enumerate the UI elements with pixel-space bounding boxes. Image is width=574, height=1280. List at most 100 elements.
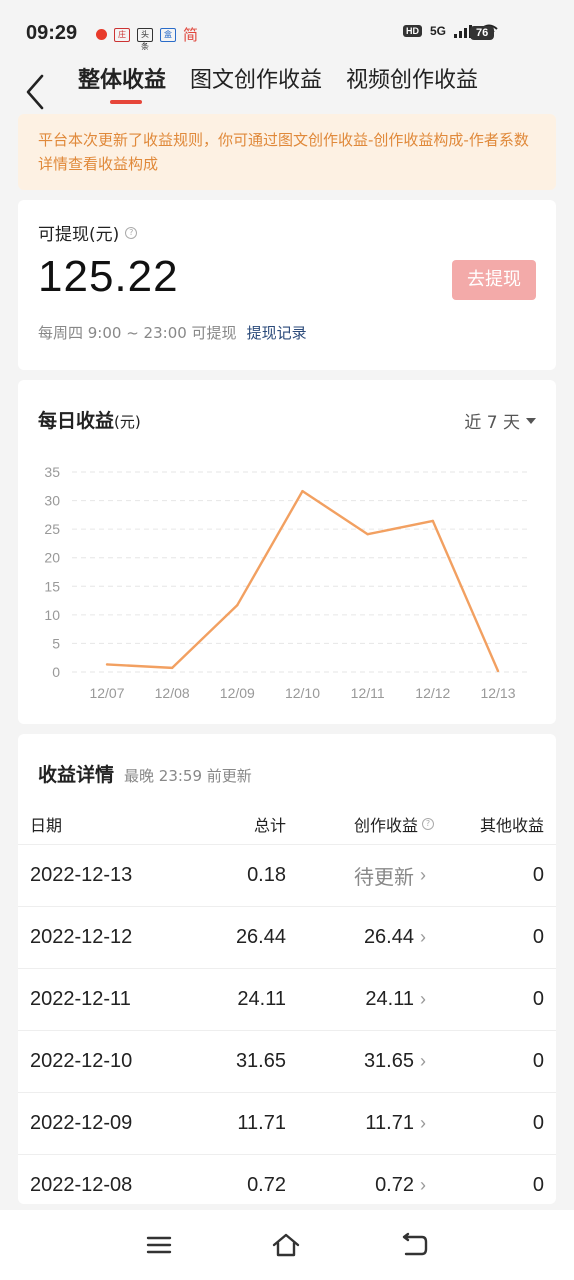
income-details-card: 收益详情 最晚 23:59 前更新 日期 总计 创作收益 ? 其他收益 2022… bbox=[18, 734, 556, 1204]
income-data-point bbox=[431, 519, 435, 523]
header-other: 其他收益 bbox=[479, 816, 544, 835]
row-total: 24.11 bbox=[237, 988, 286, 1010]
withdraw-schedule: 每周四 9:00 ~ 23:00 可提现 提现记录 bbox=[38, 322, 307, 343]
row-creation[interactable]: 24.11 › bbox=[365, 969, 426, 1030]
table-header-row: 日期 总计 创作收益 ? 其他收益 bbox=[18, 804, 556, 844]
x-tick-label: 12/13 bbox=[480, 685, 515, 701]
top-nav: 整体收益 图文创作收益 视频创作收益 bbox=[0, 56, 574, 110]
x-tick-label: 12/08 bbox=[155, 685, 190, 701]
hd-icon: HD bbox=[402, 25, 422, 37]
income-data-point bbox=[301, 489, 304, 493]
withdraw-button[interactable]: 去提现 bbox=[452, 260, 536, 300]
row-date: 2022-12-09 bbox=[30, 1112, 133, 1134]
app-notification-icon: 庄 bbox=[114, 27, 130, 42]
withdraw-record-link[interactable]: 提现记录 bbox=[247, 322, 307, 343]
notification-icons: 庄 头条 盒 简 bbox=[96, 24, 199, 51]
row-creation-value: 待更新 bbox=[354, 867, 414, 889]
withdrawable-text: 可提现(元) bbox=[38, 225, 120, 245]
y-tick-label: 35 bbox=[44, 464, 60, 480]
row-date: 2022-12-13 bbox=[30, 864, 133, 886]
x-tick-label: 12/12 bbox=[415, 685, 450, 701]
daily-income-chart: 35 30 25 20 15 10 5 0 12/07 12/08 12/09 12/10 12/11 1… bbox=[44, 464, 530, 701]
chevron-right-icon: › bbox=[420, 1113, 426, 1133]
simplified-icon: 简 bbox=[183, 26, 199, 44]
x-tick-label: 12/07 bbox=[89, 685, 124, 701]
withdrawable-label: 可提现(元) ? bbox=[38, 220, 138, 245]
row-date: 2022-12-11 bbox=[30, 988, 131, 1010]
income-data-point bbox=[170, 666, 174, 670]
daily-income-card: 每日收益(元) 近 7 天 35 30 25 20 15 10 5 0 12/07 12/08 12… bbox=[18, 380, 556, 724]
x-tick-label: 12/11 bbox=[351, 685, 385, 701]
row-date: 2022-12-10 bbox=[30, 1050, 133, 1072]
income-details-table: 日期 总计 创作收益 ? 其他收益 2022-12-13 0.18 待更新 › 0 202… bbox=[18, 804, 556, 1204]
battery-icon: 76 bbox=[470, 26, 495, 40]
income-data-point bbox=[496, 669, 500, 673]
y-tick-label: 15 bbox=[44, 578, 60, 594]
back-icon[interactable] bbox=[398, 1230, 430, 1260]
withdraw-schedule-text: 每周四 9:00 ~ 23:00 可提现 bbox=[38, 324, 237, 342]
y-tick-label: 30 bbox=[44, 493, 60, 509]
income-data-point bbox=[236, 603, 239, 607]
header-total: 总计 bbox=[253, 816, 286, 835]
tab-video-income[interactable]: 视频创作收益 bbox=[346, 62, 478, 94]
row-creation-value: 0.72 bbox=[375, 1174, 414, 1196]
chevron-right-icon: › bbox=[420, 1051, 426, 1071]
withdraw-card: 可提现(元) ? 125.22 去提现 每周四 9:00 ~ 23:00 可提现… bbox=[18, 200, 556, 370]
withdrawable-amount: 125.22 bbox=[38, 252, 179, 301]
y-tick-label: 25 bbox=[44, 521, 60, 537]
status-time: 09:29 bbox=[26, 22, 78, 44]
income-details-subtitle: 最晚 23:59 前更新 bbox=[124, 767, 252, 785]
income-data-point bbox=[366, 533, 369, 536]
header-creation: 创作收益 ? bbox=[354, 804, 434, 844]
row-total: 0.72 bbox=[247, 1174, 286, 1196]
table-row[interactable]: 2022-12-13 0.18 待更新 › 0 bbox=[18, 844, 556, 906]
row-creation[interactable]: 0.72 › bbox=[375, 1155, 426, 1204]
tab-article-income[interactable]: 图文创作收益 bbox=[190, 62, 322, 94]
row-creation-value: 11.71 bbox=[365, 1112, 414, 1134]
record-icon bbox=[96, 29, 107, 40]
row-total: 26.44 bbox=[235, 926, 286, 948]
table-row[interactable]: 2022-12-11 24.11 24.11 › 0 bbox=[18, 968, 556, 1030]
income-series-line bbox=[106, 489, 500, 672]
header-creation-text: 创作收益 bbox=[353, 816, 418, 835]
menu-icon[interactable] bbox=[143, 1230, 175, 1260]
network-type: 5G bbox=[429, 24, 446, 38]
home-icon[interactable] bbox=[270, 1230, 302, 1260]
table-row[interactable]: 2022-12-08 0.72 0.72 › 0 bbox=[18, 1154, 556, 1204]
row-total: 0.18 bbox=[247, 864, 286, 886]
chevron-right-icon: › bbox=[420, 1175, 426, 1195]
row-creation-value: 31.65 bbox=[363, 1050, 414, 1072]
row-creation[interactable]: 11.71 › bbox=[365, 1093, 426, 1154]
x-tick-label: 12/09 bbox=[220, 685, 255, 701]
rule-update-notice: 平台本次更新了收益规则，你可通过图文创作收益-创作收益构成-作者系数详情查看收益… bbox=[18, 114, 556, 190]
table-row[interactable]: 2022-12-12 26.44 26.44 › 0 bbox=[18, 906, 556, 968]
table-row[interactable]: 2022-12-10 31.65 31.65 › 0 bbox=[18, 1030, 556, 1092]
row-creation[interactable]: 待更新 › bbox=[354, 845, 426, 906]
row-date: 2022-12-12 bbox=[30, 926, 133, 948]
row-date: 2022-12-08 bbox=[30, 1174, 133, 1196]
tab-overall-income[interactable]: 整体收益 bbox=[78, 62, 166, 104]
table-row[interactable]: 2022-12-09 11.71 11.71 › 0 bbox=[18, 1092, 556, 1154]
system-nav-bar bbox=[0, 1210, 574, 1280]
row-other: 0 bbox=[532, 926, 544, 948]
income-details-title: 收益详情 bbox=[38, 764, 115, 786]
help-icon[interactable]: ? bbox=[422, 818, 434, 830]
app-notification-icon-2: 盒 bbox=[160, 27, 176, 42]
row-other: 0 bbox=[532, 864, 544, 886]
row-creation[interactable]: 31.65 › bbox=[364, 1031, 426, 1092]
tab-bar: 整体收益 图文创作收益 视频创作收益 bbox=[78, 62, 478, 104]
help-icon[interactable]: ? bbox=[125, 226, 138, 239]
chevron-right-icon: › bbox=[420, 927, 426, 947]
y-tick-label: 20 bbox=[44, 550, 60, 566]
x-tick-label: 12/10 bbox=[285, 685, 320, 701]
back-arrow-icon[interactable] bbox=[22, 72, 48, 112]
row-other: 0 bbox=[532, 1050, 544, 1072]
row-other: 0 bbox=[532, 1174, 544, 1196]
toutiao-notification-icon: 头条 bbox=[137, 27, 153, 51]
y-tick-label: 10 bbox=[44, 607, 60, 623]
row-creation-value: 26.44 bbox=[363, 926, 414, 948]
chevron-right-icon: › bbox=[420, 989, 426, 1009]
row-creation[interactable]: 26.44 › bbox=[364, 907, 426, 968]
chevron-right-icon: › bbox=[420, 865, 426, 885]
row-creation-value: 24.11 bbox=[365, 988, 414, 1010]
